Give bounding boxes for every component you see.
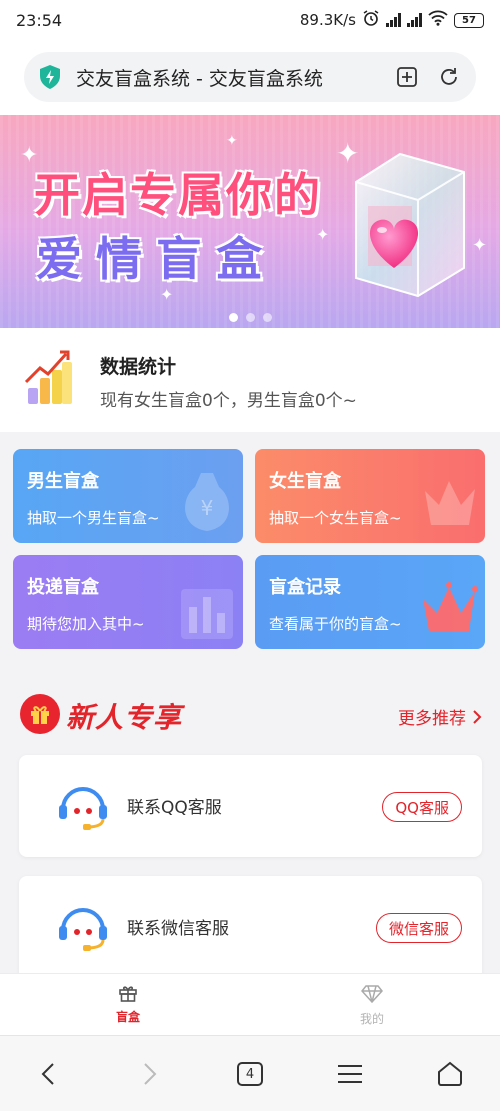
bar-chart-icon: [24, 350, 72, 404]
diamond-icon: [361, 985, 383, 1004]
svg-text:¥: ¥: [201, 496, 214, 520]
service-label: 联系微信客服: [127, 919, 229, 939]
card-title: 男生盲盒: [27, 471, 99, 492]
browser-toolbar: 交友盲盒系统 - 交友盲盒系统: [0, 40, 500, 115]
card-subtitle: 抽取一个男生盲盒~: [27, 509, 160, 527]
gift-icon: [20, 694, 60, 734]
chevron-right-icon: [473, 709, 482, 724]
pagination-dot-1[interactable]: [228, 313, 238, 322]
menu-icon: [338, 1065, 362, 1083]
alarm-icon: [362, 9, 380, 31]
status-time: 23:54: [16, 10, 63, 30]
money-bag-icon: ¥: [185, 473, 229, 531]
bottom-tab-bar: 盲盒 我的: [0, 973, 500, 1035]
card-title: 投递盲盒: [27, 577, 99, 598]
heart-cube-icon: [355, 152, 465, 298]
wechat-service-item[interactable]: 联系微信客服 微信客服: [19, 876, 482, 980]
status-indicators: 89.3K/s 57: [300, 9, 484, 31]
more-recommend-link[interactable]: 更多推荐: [398, 704, 482, 729]
card-title: 女生盲盒: [269, 471, 341, 492]
male-box-card[interactable]: 男生盲盒 抽取一个男生盲盒~ ¥: [13, 449, 243, 543]
signal-icon: [386, 13, 401, 27]
deliver-box-card[interactable]: 投递盲盒 期待您加入其中~: [13, 555, 243, 649]
stats-summary: 现有女生盲盒0个，男生盲盒0个~: [100, 391, 357, 411]
reload-button[interactable]: [436, 64, 462, 90]
address-bar[interactable]: 交友盲盒系统 - 交友盲盒系统: [24, 52, 476, 102]
sparkle-icon: ✦: [316, 225, 330, 244]
battery-icon: 57: [454, 12, 484, 28]
tab-label: 我的: [359, 1012, 384, 1026]
wifi-icon: [428, 10, 448, 30]
qq-service-button[interactable]: QQ客服: [382, 792, 462, 822]
promo-banner[interactable]: ✦ ✦ ✦ ✦ ✦ ✦ 开启专属你的 爱情盲盒: [0, 115, 500, 328]
chevron-right-icon: [144, 1063, 157, 1085]
service-label: 联系QQ客服: [127, 798, 222, 818]
wechat-service-button[interactable]: 微信客服: [375, 913, 462, 943]
security-shield-icon: [40, 65, 60, 89]
stats-title: 数据统计: [100, 356, 177, 378]
status-bar: 23:54 89.3K/s 57: [0, 0, 500, 40]
tab-label: 盲盒: [115, 1010, 140, 1024]
more-label: 更多推荐: [398, 709, 466, 729]
banner-pagination: [0, 313, 500, 322]
home-icon: [438, 1061, 462, 1086]
crown-icon: [423, 582, 478, 631]
signal-icon-2: [407, 13, 422, 27]
customer-service-icon: [59, 787, 107, 830]
card-title: 盲盒记录: [269, 577, 341, 598]
tabs-button[interactable]: 4: [230, 1054, 270, 1094]
address-title: 交友盲盒系统 - 交友盲盒系统: [76, 67, 323, 90]
section-title: 新人专享: [66, 701, 183, 734]
qq-service-item[interactable]: 联系QQ客服 QQ客服: [19, 755, 482, 857]
forward-button[interactable]: [130, 1054, 170, 1094]
menu-button[interactable]: [330, 1054, 370, 1094]
sparkle-icon: ✦: [472, 235, 488, 256]
network-speed: 89.3K/s: [299, 11, 356, 29]
card-subtitle: 期待您加入其中~: [27, 615, 145, 633]
customer-service-icon: [59, 908, 107, 951]
banner-headline: 开启专属你的: [34, 168, 322, 222]
box-record-card[interactable]: 盲盒记录 查看属于你的盲盒~: [255, 555, 485, 649]
crown-icon: [425, 481, 475, 525]
bar-chart-icon: [181, 589, 233, 639]
gift-icon: [119, 986, 137, 1002]
add-bookmark-button[interactable]: [394, 64, 420, 90]
stats-panel: 数据统计 现有女生盲盒0个，男生盲盒0个~: [0, 328, 500, 432]
system-navigation-bar: 4: [0, 1035, 500, 1111]
reload-icon: [441, 68, 457, 85]
card-subtitle: 抽取一个女生盲盒~: [269, 509, 402, 527]
back-button[interactable]: [28, 1054, 68, 1094]
banner-subheadline: 爱情盲盒: [36, 232, 276, 286]
pagination-dot-2[interactable]: [245, 313, 255, 322]
tab-count: 4: [237, 1062, 263, 1086]
chevron-left-icon: [41, 1063, 54, 1085]
tab-mine[interactable]: 我的: [312, 984, 432, 1027]
sparkle-icon: ✦: [226, 133, 238, 149]
tab-blind-box[interactable]: 盲盒: [68, 984, 188, 1025]
pagination-dot-3[interactable]: [262, 313, 272, 322]
newcomer-section-header: 新人专享 更多推荐: [0, 686, 500, 746]
add-bookmark-icon: [397, 67, 417, 87]
female-box-card[interactable]: 女生盲盒 抽取一个女生盲盒~: [255, 449, 485, 543]
card-subtitle: 查看属于你的盲盒~: [269, 615, 402, 633]
home-button[interactable]: [430, 1054, 470, 1094]
